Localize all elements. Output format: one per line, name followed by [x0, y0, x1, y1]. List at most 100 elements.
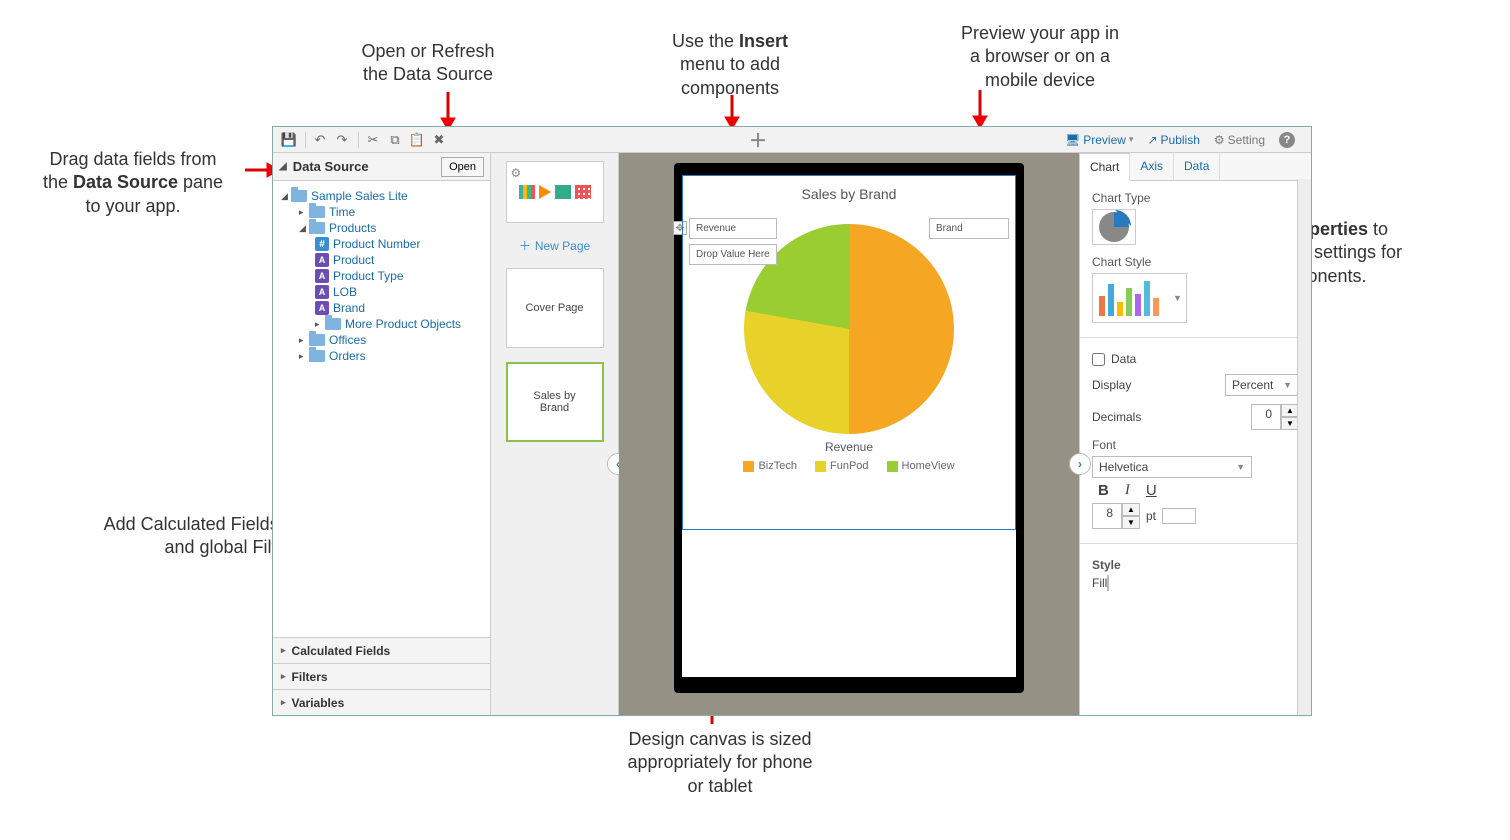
chart-axis-label: Revenue — [683, 440, 1015, 454]
label-font: Font — [1092, 438, 1299, 452]
tree-node-products[interactable]: ◢Products — [277, 221, 486, 235]
toolbar: 💾 ↶ ↷ ✂ ⧉ 📋 ✖ ＋ 🖥Preview▾ ↗Publish ⚙Sett… — [273, 127, 1311, 153]
chart-legend: BizTech FunPod HomeView — [683, 460, 1015, 472]
publish-button[interactable]: ↗Publish — [1147, 133, 1199, 147]
stepper-up-icon[interactable]: ▲ — [1122, 503, 1140, 516]
font-size-stepper[interactable]: 8 ▲▼ — [1092, 503, 1140, 529]
chart-style-thumb — [1097, 278, 1167, 318]
tree-node-offices[interactable]: ▸Offices — [277, 333, 486, 347]
folder-icon — [309, 222, 325, 234]
dropzone-revenue[interactable]: Revenue — [689, 218, 777, 239]
number-field-icon: # — [315, 237, 329, 251]
setting-button[interactable]: ⚙Setting — [1214, 133, 1265, 147]
data-source-tree: ◢Sample Sales Lite ▸Time ◢Products #Prod… — [273, 181, 490, 637]
page-thumb-cover[interactable]: Cover Page — [506, 268, 604, 348]
gear-icon: ⚙ — [511, 166, 522, 180]
insert-icon[interactable]: ＋ — [749, 127, 767, 153]
tree-node-orders[interactable]: ▸Orders — [277, 349, 486, 363]
preview-icon: 🖥 — [1065, 133, 1080, 147]
copy-icon[interactable]: ⧉ — [385, 130, 405, 150]
save-icon[interactable]: 💾 — [279, 130, 299, 150]
properties-panel: › Chart Axis Data Chart Type Chart Style — [1079, 153, 1311, 715]
font-style-buttons: B I U — [1092, 478, 1299, 503]
attribute-field-icon: A — [315, 269, 329, 283]
section-calculated-fields[interactable]: ▸Calculated Fields — [273, 637, 490, 663]
cut-icon[interactable]: ✂ — [363, 130, 383, 150]
collapse-right-icon[interactable]: › — [1069, 453, 1091, 475]
folder-icon — [309, 350, 325, 362]
open-button[interactable]: Open — [441, 157, 484, 177]
tree-node-product[interactable]: AProduct — [277, 253, 486, 267]
chart-type-selector[interactable] — [1092, 209, 1136, 245]
scrollbar[interactable] — [1297, 179, 1311, 715]
tree-node-brand[interactable]: ABrand — [277, 301, 486, 315]
attribute-field-icon: A — [315, 285, 329, 299]
gear-icon: ⚙ — [1214, 133, 1225, 147]
map-icon — [555, 185, 571, 199]
fill-color-swatch[interactable] — [1107, 575, 1109, 591]
undo-icon[interactable]: ↶ — [310, 130, 330, 150]
tab-chart[interactable]: Chart — [1080, 153, 1130, 181]
section-filters[interactable]: ▸Filters — [273, 663, 490, 689]
folder-icon — [291, 190, 307, 202]
device-frame: ✥ Sales by Brand Revenue Drop Value Here… — [674, 163, 1024, 693]
page-thumb-sales-brand[interactable]: Sales by Brand — [506, 362, 604, 442]
dropzone-brand[interactable]: Brand — [929, 218, 1009, 239]
data-checkbox[interactable] — [1092, 353, 1105, 366]
folder-icon — [309, 206, 325, 218]
delete-icon[interactable]: ✖ — [429, 130, 449, 150]
redo-icon[interactable]: ↷ — [332, 130, 352, 150]
label-fill: Fill — [1092, 576, 1107, 590]
preview-button[interactable]: 🖥Preview▾ — [1065, 133, 1133, 147]
font-dropdown[interactable]: Helvetica▼ — [1092, 456, 1252, 478]
chevron-down-icon: ▼ — [1236, 462, 1245, 472]
tree-node-more-products[interactable]: ▸More Product Objects — [277, 317, 486, 331]
italic-button[interactable]: I — [1125, 482, 1130, 499]
pages-panel: ⚙ ＋New Page Cover Page Sales by Brand ‹ — [491, 153, 619, 715]
tree-node-lob[interactable]: ALOB — [277, 285, 486, 299]
attribute-field-icon: A — [315, 253, 329, 267]
chart-title: Sales by Brand — [683, 176, 1015, 214]
legend-item: HomeView — [887, 460, 955, 472]
tab-axis[interactable]: Axis — [1130, 153, 1174, 180]
callout-insert: Use the Insert menu to add components — [630, 30, 830, 100]
data-source-title: Data Source — [293, 159, 369, 174]
device-screen[interactable]: ✥ Sales by Brand Revenue Drop Value Here… — [682, 175, 1016, 677]
tab-data[interactable]: Data — [1174, 153, 1220, 180]
tree-node-product-type[interactable]: AProduct Type — [277, 269, 486, 283]
stepper-down-icon[interactable]: ▼ — [1122, 516, 1140, 529]
label-pt: pt — [1146, 509, 1156, 523]
chart-style-selector[interactable]: ▼ — [1092, 273, 1187, 323]
decimals-stepper[interactable]: 0 ▲▼ — [1251, 404, 1299, 430]
new-page-button[interactable]: ＋New Page — [519, 237, 590, 254]
label-style: Style — [1092, 558, 1299, 572]
display-dropdown[interactable]: Percent▼ — [1225, 374, 1299, 396]
tree-node-product-number[interactable]: #Product Number — [277, 237, 486, 251]
publish-icon: ↗ — [1147, 133, 1157, 147]
app-window: 💾 ↶ ↷ ✂ ⧉ 📋 ✖ ＋ 🖥Preview▾ ↗Publish ⚙Sett… — [272, 126, 1312, 716]
paste-icon[interactable]: 📋 — [407, 130, 427, 150]
tree-node-time[interactable]: ▸Time — [277, 205, 486, 219]
attribute-field-icon: A — [315, 301, 329, 315]
bold-button[interactable]: B — [1098, 482, 1109, 499]
label-display: Display — [1092, 378, 1131, 392]
chevron-down-icon: ▼ — [1283, 380, 1292, 390]
callout-refresh: Open or Refresh the Data Source — [318, 40, 538, 87]
design-canvas-area: ✥ Sales by Brand Revenue Drop Value Here… — [619, 153, 1079, 715]
section-variables[interactable]: ▸Variables — [273, 689, 490, 715]
underline-button[interactable]: U — [1146, 482, 1157, 499]
pie-icon — [1099, 212, 1129, 242]
properties-tabs: Chart Axis Data — [1080, 153, 1311, 181]
font-color-swatch[interactable] — [1162, 508, 1196, 524]
label-decimals: Decimals — [1092, 410, 1141, 424]
component-gallery[interactable]: ⚙ — [506, 161, 604, 223]
folder-icon — [309, 334, 325, 346]
data-source-header: ◢ Data Source Open — [273, 153, 490, 181]
help-icon[interactable]: ? — [1279, 132, 1295, 148]
tree-node-root[interactable]: ◢Sample Sales Lite — [277, 189, 486, 203]
data-source-pane: ◢ Data Source Open ◢Sample Sales Lite ▸T… — [273, 153, 491, 715]
legend-item: BizTech — [743, 460, 797, 472]
bar-chart-icon — [519, 185, 535, 199]
chart-component[interactable]: Sales by Brand Revenue Drop Value Here B… — [682, 175, 1016, 530]
dropzone-drop-value[interactable]: Drop Value Here — [689, 244, 777, 265]
